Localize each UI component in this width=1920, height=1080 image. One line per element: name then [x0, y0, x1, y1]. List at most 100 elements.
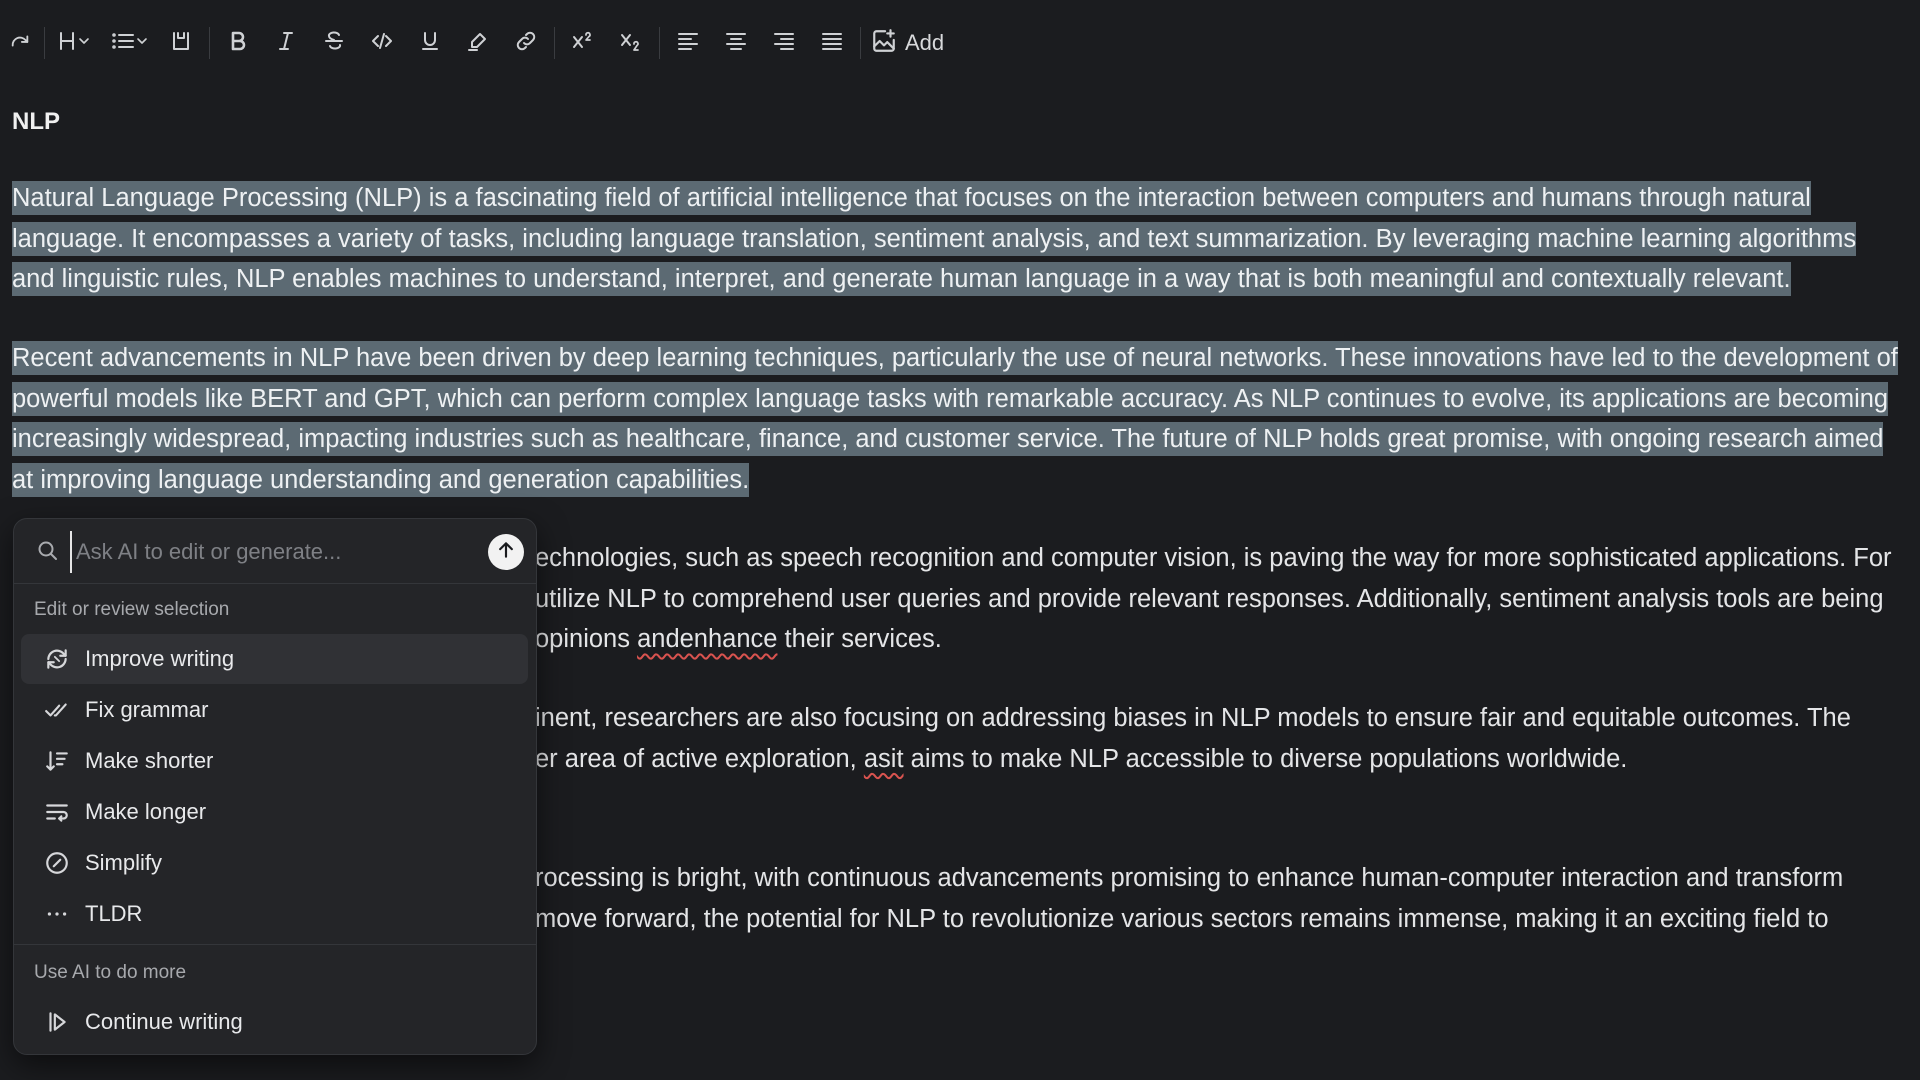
menu-item-make-longer[interactable]: Make longer [21, 787, 528, 837]
menu-item-continue-writing[interactable]: Continue writing [21, 997, 528, 1047]
add-label: Add [905, 30, 945, 55]
redo-button[interactable] [0, 21, 40, 65]
menu-item-label: Simplify [85, 850, 163, 875]
heading-dropdown[interactable] [49, 21, 101, 65]
align-justify-button[interactable] [808, 21, 856, 65]
italic-button[interactable] [262, 21, 310, 65]
document-title: NLP [12, 108, 60, 135]
block-button[interactable] [157, 21, 205, 65]
text-line: utilize NLP to comprehend user queries a… [535, 584, 1884, 613]
redo-icon [9, 30, 31, 57]
menu-item-label: Make longer [85, 799, 207, 824]
superscript-button[interactable] [559, 21, 607, 65]
add-image-button[interactable]: Add [865, 21, 952, 65]
menu-item-fix-grammar[interactable]: Fix grammar [21, 685, 528, 735]
ai-submit-button[interactable] [488, 534, 524, 570]
paragraph-2[interactable]: Recent advancements in NLP have been dri… [12, 338, 1898, 500]
arrow-up-icon [496, 540, 516, 565]
link-icon [514, 29, 538, 58]
align-right-icon [772, 29, 796, 58]
menu-item-label: Fix grammar [85, 697, 209, 722]
toolbar-divider [44, 27, 45, 59]
text-line: move forward, the potential for NLP to r… [535, 904, 1829, 933]
align-right-button[interactable] [760, 21, 808, 65]
menu-item-simplify[interactable]: Simplify [21, 838, 528, 888]
text-line: er area of active exploration, asit aims… [535, 739, 1851, 780]
selected-text-line: at improving language understanding and … [12, 462, 750, 497]
search-icon [36, 539, 60, 563]
subscript-icon [619, 29, 643, 58]
menu-item-improve-writing[interactable]: Improve writing [21, 634, 528, 684]
subscript-button[interactable] [607, 21, 655, 65]
make-shorter-icon [43, 747, 71, 775]
paragraph-1[interactable]: Natural Language Processing (NLP) is a f… [12, 178, 1857, 300]
continue-writing-icon [43, 1008, 71, 1036]
highlight-button[interactable] [454, 21, 502, 65]
menu-item-label: Make shorter [85, 748, 214, 773]
heading-icon [58, 29, 92, 58]
bold-button[interactable] [214, 21, 262, 65]
paragraph-4[interactable]: inent, researchers are also focusing on … [535, 698, 1851, 779]
strikethrough-button[interactable] [310, 21, 358, 65]
fix-grammar-icon [43, 696, 71, 724]
text-span: aims to make NLP accessible to diverse p… [903, 744, 1628, 773]
menu-divider [14, 944, 536, 945]
align-justify-icon [820, 29, 844, 58]
list-dropdown[interactable] [101, 21, 157, 65]
spelling-error[interactable]: asit [864, 745, 904, 773]
menu-item-label: Improve writing [85, 646, 235, 671]
menu-item-label: TLDR [85, 901, 143, 926]
section-label-more: Use AI to do more [34, 962, 187, 983]
text-span: er area of active exploration, [535, 744, 864, 773]
simplify-icon [43, 849, 71, 877]
menu-item-tldr[interactable]: TLDR [21, 889, 528, 939]
toolbar-divider [860, 27, 861, 59]
superscript-icon [571, 29, 595, 58]
paragraph-5[interactable]: rocessing is bright, with continuous adv… [535, 858, 1843, 939]
align-left-button[interactable] [664, 21, 712, 65]
selected-text-line: language. It encompasses a variety of ta… [12, 221, 1857, 256]
add-image-icon [871, 28, 897, 59]
align-center-icon [724, 29, 748, 58]
selected-text-line: increasingly widespread, impacting indus… [12, 422, 1884, 456]
code-button[interactable] [358, 21, 406, 65]
align-center-button[interactable] [712, 21, 760, 65]
improve-writing-icon [43, 645, 71, 673]
highlight-icon [466, 29, 490, 58]
italic-icon [274, 29, 298, 58]
bold-icon [226, 29, 250, 58]
underline-button[interactable] [406, 21, 454, 65]
formatting-toolbar: Add [0, 18, 952, 68]
block-icon [169, 29, 193, 58]
ai-prompt-row [14, 519, 536, 584]
text-span: their services. [777, 625, 942, 653]
text-line: inent, researchers are also focusing on … [535, 704, 1851, 732]
toolbar-divider [554, 27, 555, 59]
section-label-edit: Edit or review selection [34, 599, 230, 620]
strikethrough-icon [322, 29, 346, 58]
text-line: rocessing is bright, with continuous adv… [535, 864, 1844, 892]
link-button[interactable] [502, 21, 550, 65]
text-span: opinions [535, 625, 638, 653]
menu-item-label: Continue writing [85, 1009, 243, 1034]
paragraph-3[interactable]: echnologies, such as speech recognition … [535, 538, 1892, 660]
text-line: echnologies, such as speech recognition … [535, 544, 1892, 572]
text-line: opinions andenhance their services. [535, 619, 1892, 660]
menu-item-make-shorter[interactable]: Make shorter [21, 736, 528, 786]
spelling-error[interactable]: andenhance [637, 625, 777, 653]
editor-window: Add NLP Natural Language Processing (NLP… [0, 0, 1920, 1080]
ai-assistant-menu: Edit or review selection Improve writing… [13, 518, 537, 1055]
make-longer-icon [43, 798, 71, 826]
tldr-icon [43, 900, 71, 928]
selected-text-line: Natural Language Processing (NLP) is a f… [12, 181, 1811, 215]
toolbar-divider [209, 27, 210, 59]
underline-icon [418, 29, 442, 58]
list-icon [110, 29, 148, 58]
code-icon [370, 29, 394, 58]
ai-prompt-input[interactable] [70, 531, 468, 573]
toolbar-divider [659, 27, 660, 59]
selected-text-line: Recent advancements in NLP have been dri… [12, 341, 1898, 375]
selected-text-line: powerful models like BERT and GPT, which… [12, 381, 1889, 416]
align-left-icon [676, 29, 700, 58]
selected-text-line: and linguistic rules, NLP enables machin… [12, 262, 1791, 296]
